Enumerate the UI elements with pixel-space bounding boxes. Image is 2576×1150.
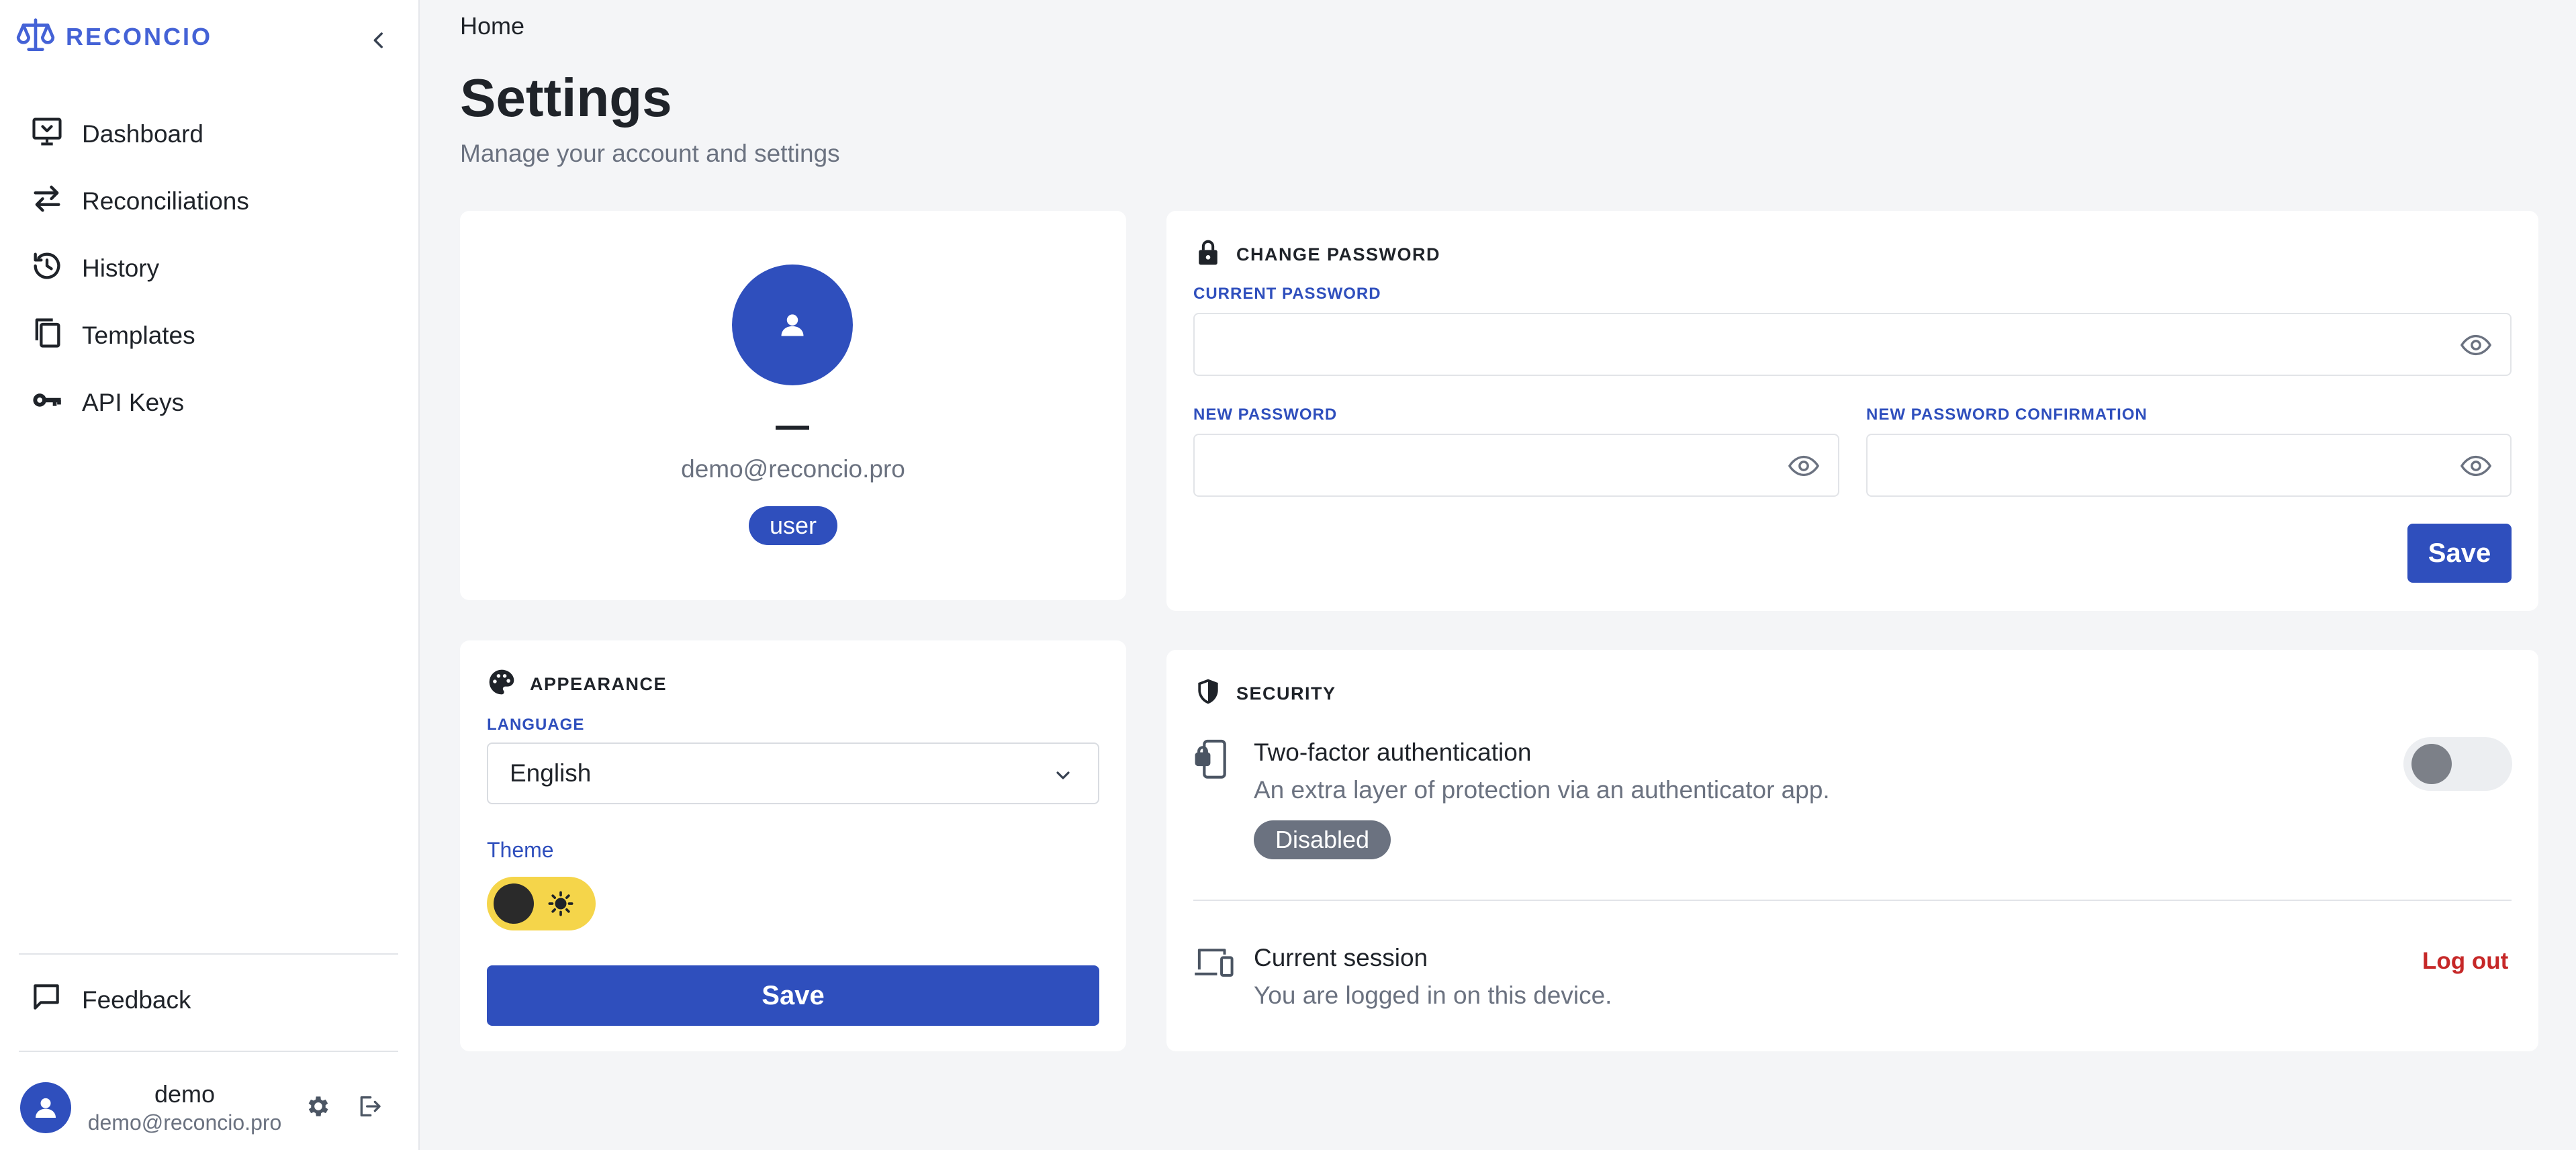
- history-icon: [30, 248, 64, 289]
- appearance-card: APPEARANCE LANGUAGE English Theme Save: [460, 640, 1126, 1051]
- theme-toggle-knob: [494, 883, 534, 924]
- sidebar-item-label: History: [82, 254, 160, 282]
- breadcrumb[interactable]: Home: [460, 12, 524, 40]
- sidebar-item-label: API Keys: [82, 389, 185, 416]
- role-badge: user: [749, 506, 837, 545]
- sidebar-item-label: Reconciliations: [82, 187, 249, 215]
- scales-logo-icon: [15, 15, 56, 60]
- collapse-sidebar-button[interactable]: [363, 24, 395, 56]
- sidebar-nav: Dashboard Reconciliations History Templa…: [20, 101, 396, 436]
- sidebar: RECONCIO Dashboard Reconciliations Histo…: [0, 0, 420, 1150]
- security-card: SECURITY Two-factor authentication An ex…: [1166, 650, 2538, 1051]
- avatar[interactable]: [20, 1082, 71, 1133]
- profile-avatar: [732, 265, 853, 385]
- user-actions: [305, 1093, 383, 1123]
- sidebar-divider: [19, 1051, 398, 1052]
- brand[interactable]: RECONCIO: [15, 13, 212, 60]
- gear-icon[interactable]: [305, 1093, 332, 1123]
- sidebar-item-dashboard[interactable]: Dashboard: [20, 101, 396, 168]
- sidebar-item-history[interactable]: History: [20, 235, 396, 302]
- current-password-label: CURRENT PASSWORD: [1193, 285, 1381, 303]
- security-heading-label: SECURITY: [1236, 683, 1336, 704]
- feedback-label: Feedback: [82, 986, 191, 1014]
- eye-icon[interactable]: [2460, 454, 2492, 481]
- brand-name: RECONCIO: [66, 23, 213, 50]
- security-divider: [1193, 900, 2512, 901]
- user-name: demo: [154, 1080, 216, 1108]
- session-description: You are logged in on this device.: [1254, 981, 1612, 1009]
- status-badge: Disabled: [1254, 820, 1391, 859]
- copy-icon: [30, 316, 64, 356]
- chevron-left-icon: [373, 32, 383, 48]
- twofa-description: An extra layer of protection via an auth…: [1254, 776, 1830, 804]
- password-save-button[interactable]: Save: [2407, 524, 2512, 583]
- appearance-heading-label: APPEARANCE: [530, 674, 668, 694]
- twofa-toggle-knob: [2411, 744, 2452, 784]
- confirm-password-label: NEW PASSWORD CONFIRMATION: [1866, 405, 2148, 424]
- user-card: demo demo@reconcio.pro: [20, 1074, 403, 1141]
- logout-icon[interactable]: [356, 1093, 383, 1123]
- language-select[interactable]: English: [487, 742, 1099, 804]
- new-password-label: NEW PASSWORD: [1193, 405, 1338, 424]
- current-password-input[interactable]: [1193, 313, 2512, 376]
- profile-name-placeholder: [776, 426, 809, 430]
- session-title: Current session: [1254, 944, 1428, 971]
- sidebar-item-reconciliations[interactable]: Reconciliations: [20, 168, 396, 235]
- key-icon: [30, 383, 64, 424]
- security-heading: SECURITY: [1193, 677, 1336, 711]
- appearance-save-button[interactable]: Save: [487, 965, 1099, 1026]
- palette-icon: [487, 667, 516, 702]
- sidebar-item-label: Templates: [82, 322, 195, 349]
- user-email: demo@reconcio.pro: [87, 1110, 282, 1135]
- chevron-down-icon: [1052, 764, 1074, 792]
- sun-icon: [547, 890, 574, 920]
- appearance-heading: APPEARANCE: [487, 667, 667, 702]
- language-value: English: [510, 759, 592, 787]
- language-label: LANGUAGE: [487, 716, 585, 734]
- feedback-button[interactable]: Feedback: [30, 980, 191, 1020]
- change-password-card: CHANGE PASSWORD CURRENT PASSWORD NEW PAS…: [1166, 211, 2538, 611]
- sidebar-item-api-keys[interactable]: API Keys: [20, 369, 396, 436]
- profile-card: demo@reconcio.pro user: [460, 211, 1126, 600]
- change-password-heading: CHANGE PASSWORD: [1193, 238, 1440, 272]
- twofa-toggle[interactable]: [2403, 737, 2512, 791]
- monitor-icon: [30, 114, 64, 155]
- person-icon: [36, 1098, 56, 1118]
- user-info: demo demo@reconcio.pro: [87, 1080, 282, 1136]
- person-icon: [781, 314, 804, 336]
- page-title: Settings: [460, 68, 672, 128]
- eye-icon[interactable]: [2460, 333, 2492, 361]
- logout-button[interactable]: Log out: [2422, 948, 2508, 975]
- eye-icon[interactable]: [1788, 454, 1820, 481]
- page-subtitle: Manage your account and settings: [460, 140, 840, 167]
- phone-lock-icon: [1193, 738, 1231, 785]
- change-password-heading-label: CHANGE PASSWORD: [1236, 244, 1441, 265]
- sidebar-item-label: Dashboard: [82, 120, 204, 148]
- confirm-password-input[interactable]: [1866, 434, 2512, 497]
- twofa-title: Two-factor authentication: [1254, 738, 1532, 766]
- profile-email: demo@reconcio.pro: [681, 455, 905, 483]
- new-password-input[interactable]: [1193, 434, 1839, 497]
- sidebar-item-templates[interactable]: Templates: [20, 302, 396, 369]
- lock-icon: [1193, 238, 1223, 272]
- chat-bubble-icon: [30, 980, 63, 1020]
- devices-icon: [1193, 945, 1235, 982]
- sidebar-divider: [19, 953, 398, 955]
- theme-label: Theme: [487, 838, 554, 862]
- arrows-swap-icon: [30, 181, 64, 222]
- theme-toggle[interactable]: [487, 877, 596, 930]
- shield-icon: [1193, 677, 1223, 711]
